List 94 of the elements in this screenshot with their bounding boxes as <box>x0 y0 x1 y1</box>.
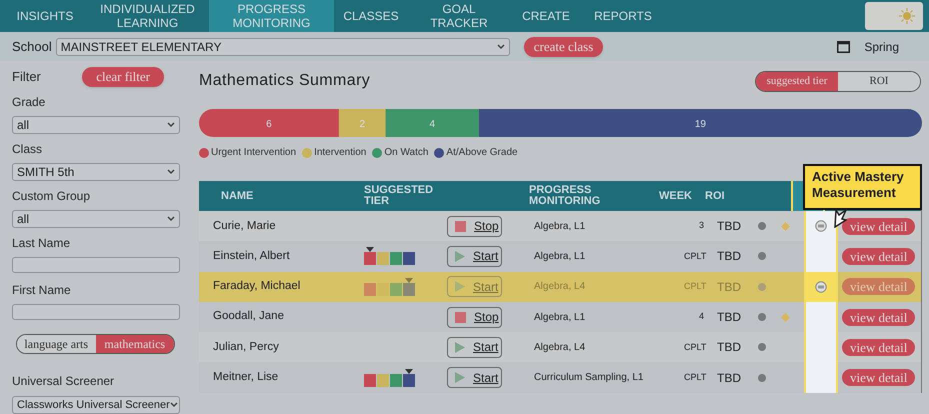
student-name: Curie, Marie <box>212 218 277 234</box>
chevron-down-icon <box>170 402 178 408</box>
stop-button[interactable]: Stop <box>447 216 502 237</box>
field-label: First Name <box>12 282 72 299</box>
calendar-icon <box>837 40 850 54</box>
start-button[interactable]: Start <box>447 336 502 358</box>
play-icon <box>455 281 465 292</box>
sun-icon <box>899 8 915 24</box>
week-value: CPLT <box>684 280 704 293</box>
monitoring-measure: Algebra, L4 <box>534 280 586 294</box>
chevron-down-icon <box>167 216 175 222</box>
roi-value: TBD <box>716 278 742 296</box>
tier-indicator-icon <box>364 276 416 297</box>
monitoring-measure: Algebra, L4 <box>534 340 586 355</box>
field-label: Last Name <box>12 235 72 252</box>
table-row[interactable]: Einstein, Albert Start Algebra, L1 CPLT TBD view detail <box>199 241 921 272</box>
play-icon <box>455 372 465 384</box>
view-option[interactable]: ROI <box>838 72 920 90</box>
input-field[interactable] <box>12 257 180 273</box>
filter-select[interactable]: all <box>12 210 180 228</box>
chevron-down-icon <box>167 122 175 128</box>
monitoring-measure: Algebra, L1 <box>534 250 586 264</box>
filter-select[interactable]: SMITH 5th <box>12 163 180 181</box>
week-value: CPLT <box>684 340 704 354</box>
subject-option[interactable]: language arts <box>17 335 96 353</box>
week-value: 4 <box>698 310 704 324</box>
stop-icon <box>455 220 466 232</box>
monitoring-measure: Curriculum Sampling, L1 <box>534 371 644 386</box>
mastery-cell <box>804 302 838 332</box>
nav-tab[interactable]: CREATE <box>510 0 582 32</box>
nav-tab[interactable]: REPORTS <box>582 0 664 32</box>
table-row[interactable]: Curie, Marie Stop Algebra, L1 3 TBD view detail <box>199 211 921 242</box>
table-row[interactable]: Goodall, Jane Stop Algebra, L1 4 TBD view detail <box>199 302 921 332</box>
screener-label: Universal Screener <box>12 373 116 390</box>
field-label: Grade <box>12 94 46 111</box>
monitoring-measure: Algebra, L1 <box>534 220 586 234</box>
monitoring-measure: Algebra, L1 <box>534 310 586 325</box>
student-name: Julian, Percy <box>212 340 280 355</box>
play-icon <box>455 250 465 262</box>
callout-tooltip: Active Mastery Measurement <box>803 164 922 210</box>
play-icon <box>455 342 465 353</box>
filter-title: Filter <box>12 68 41 86</box>
data-label: 4 <box>429 119 435 130</box>
legend-label: Intervention <box>314 146 366 160</box>
term-label: Spring <box>864 38 899 56</box>
roi-value: TBD <box>716 309 742 326</box>
column-header: WEEK <box>658 190 692 202</box>
week-value: 3 <box>698 219 704 232</box>
chevron-down-icon <box>167 169 175 175</box>
data-label: 2 <box>359 119 366 130</box>
column-header: NAME <box>220 190 254 202</box>
school-select[interactable]: MAINSTREET ELEMENTARY <box>56 38 510 56</box>
week-value: CPLT <box>684 250 704 263</box>
data-label: 6 <box>266 119 272 130</box>
column-header: ROI <box>704 190 726 202</box>
roi-value: TBD <box>716 248 742 266</box>
school-label: School <box>12 38 52 56</box>
roi-value: TBD <box>716 218 742 236</box>
student-name: Einstein, Albert <box>212 248 291 264</box>
roi-value: TBD <box>716 370 742 387</box>
mastery-cell <box>804 241 838 272</box>
student-name: Faraday, Michael <box>212 279 302 294</box>
legend-label: On Watch <box>384 146 428 160</box>
input-field[interactable] <box>12 304 180 320</box>
column-header: SUGGESTED TIER <box>364 185 434 207</box>
legend-label: At/Above Grade <box>446 146 518 160</box>
mastery-cell <box>804 362 838 393</box>
table-row[interactable]: Meitner, Lise Start Curriculum Sampling, L1 CPLT TBD view detail <box>199 362 921 393</box>
tier-indicator-icon <box>364 368 416 388</box>
field-label: Custom Group <box>12 188 92 205</box>
legend-label: Urgent Intervention <box>211 146 296 160</box>
student-name: Goodall, Jane <box>212 309 285 324</box>
nav-tab[interactable]: INSIGHTS <box>4 0 86 32</box>
nav-tab[interactable]: INDIVIDUALIZED LEARNING <box>86 0 209 32</box>
start-button[interactable]: Start <box>447 246 502 267</box>
table-row[interactable]: Julian, Percy Start Algebra, L4 CPLT TBD view detail <box>199 332 921 362</box>
nav-tab[interactable]: CLASSES <box>334 0 408 32</box>
column-header: PROGRESS MONITORING <box>529 185 602 207</box>
profile-button[interactable] <box>865 2 923 30</box>
nav-tab[interactable]: GOAL TRACKER <box>408 0 510 32</box>
filter-select[interactable]: all <box>12 116 180 134</box>
roi-value: TBD <box>716 339 742 356</box>
pointer-arrow-icon <box>833 209 847 228</box>
tier-indicator-icon <box>364 246 416 266</box>
start-button[interactable]: Start <box>447 367 502 388</box>
student-name: Meitner, Lise <box>212 370 280 385</box>
screener-select[interactable]: Classworks Universal Screener <box>12 396 180 414</box>
chevron-down-icon <box>496 44 505 50</box>
stop-button[interactable]: Stop <box>447 306 502 328</box>
stop-icon <box>455 312 466 323</box>
data-label: 19 <box>694 119 706 130</box>
week-value: CPLT <box>684 370 704 384</box>
summary-title: Mathematics Summary <box>199 71 370 91</box>
field-label: Class <box>12 141 44 158</box>
